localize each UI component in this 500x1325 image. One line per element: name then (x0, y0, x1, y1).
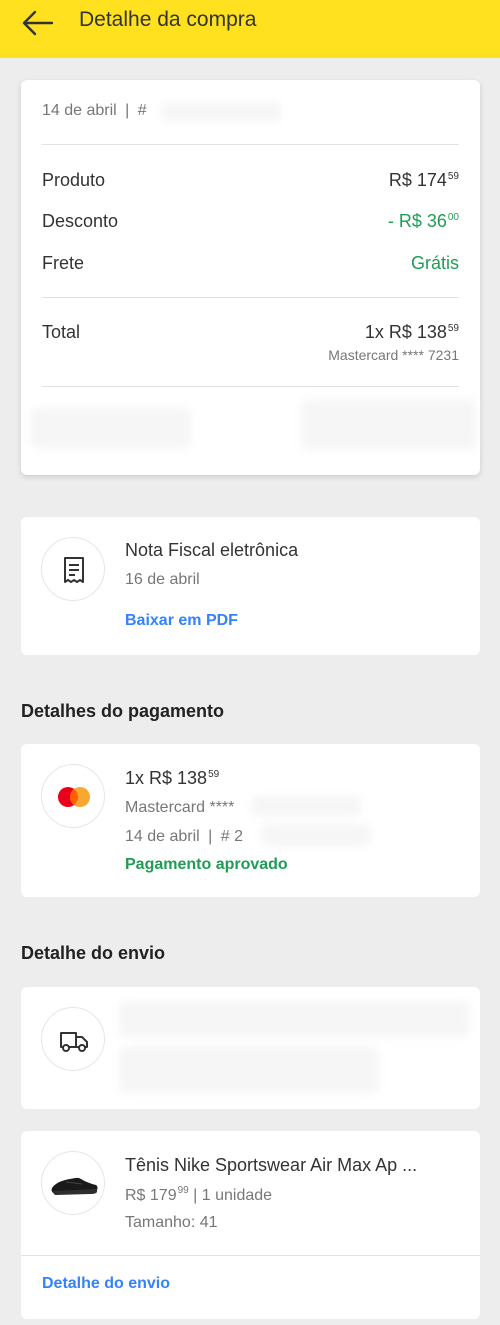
divider (42, 297, 459, 298)
divider (21, 1255, 480, 1256)
redacted-content (31, 408, 191, 448)
truck-icon (60, 1032, 88, 1052)
card-info: Mastercard **** 7231 (328, 347, 459, 363)
redacted-order-number (261, 824, 371, 846)
redacted-order-number (161, 102, 281, 122)
product-name: Tênis Nike Sportswear Air Max Ap ... (125, 1155, 418, 1175)
mastercard-icon-circle (41, 764, 105, 828)
top-bar: Detalhe da compra (0, 0, 500, 58)
product-image (41, 1151, 105, 1215)
purchase-date: 14 de abril (42, 102, 117, 119)
page-title: Detalhe da compra (79, 8, 257, 31)
mastercard-icon (58, 787, 90, 807)
total-value: 1x R$ 13859 (364, 322, 459, 342)
receipt-icon-circle (41, 537, 105, 601)
product-size: Tamanho: 41 (125, 1214, 218, 1231)
invoice-date: 16 de abril (125, 571, 200, 588)
payment-date-line: 14 de abril | # 2 (125, 828, 243, 846)
divider (42, 144, 459, 145)
redacted-shipping-status (119, 1001, 469, 1037)
payment-order-prefix: # 2 (220, 828, 244, 845)
purchase-date-line: 14 de abril | # (42, 102, 147, 120)
separator: | (208, 828, 213, 845)
produto-value: R$ 17459 (388, 170, 459, 190)
redacted-card-number (251, 796, 361, 816)
back-arrow-icon[interactable] (20, 6, 56, 40)
frete-label: Frete (42, 253, 85, 273)
total-label: Total (42, 322, 81, 342)
produto-label: Produto (42, 170, 106, 190)
shipping-card (21, 987, 480, 1109)
payment-status: Pagamento aprovado (125, 856, 288, 873)
payment-section-title: Detalhes do pagamento (21, 701, 225, 721)
redacted-shipping-details (119, 1047, 379, 1093)
invoice-title: Nota Fiscal eletrônica (125, 540, 299, 560)
product-quantity: | 1 unidade (193, 1187, 273, 1204)
shipping-detail-link[interactable]: Detalhe do envio (42, 1275, 170, 1293)
redacted-content (301, 400, 476, 450)
desconto-value: - R$ 3600 (387, 211, 459, 231)
product-price: R$ 179 (125, 1187, 177, 1204)
desconto-label: Desconto (42, 211, 119, 231)
truck-icon-circle (41, 1007, 105, 1071)
product-price-line: R$ 17999 | 1 unidade (125, 1185, 273, 1204)
download-pdf-link[interactable]: Baixar em PDF (125, 612, 238, 630)
sneaker-icon (51, 1177, 98, 1195)
payment-amount: 1x R$ 13859 (125, 768, 220, 788)
purchase-summary-card: 14 de abril | # Produto R$ 17459 Descont… (21, 80, 480, 475)
divider (42, 386, 459, 387)
shipping-section-title: Detalhe do envio (21, 943, 166, 963)
order-number-prefix: # (137, 102, 147, 119)
payment-card: Mastercard **** (125, 799, 235, 816)
frete-value: Grátis (410, 253, 459, 273)
product-card: Tênis Nike Sportswear Air Max Ap ... R$ … (21, 1131, 480, 1319)
payment-card: 1x R$ 13859 Mastercard **** 14 de abril … (21, 744, 480, 897)
payment-date: 14 de abril (125, 828, 200, 845)
separator: | (125, 102, 130, 119)
receipt-icon (64, 557, 84, 583)
invoice-card: Nota Fiscal eletrônica 16 de abril Baixa… (21, 517, 480, 655)
